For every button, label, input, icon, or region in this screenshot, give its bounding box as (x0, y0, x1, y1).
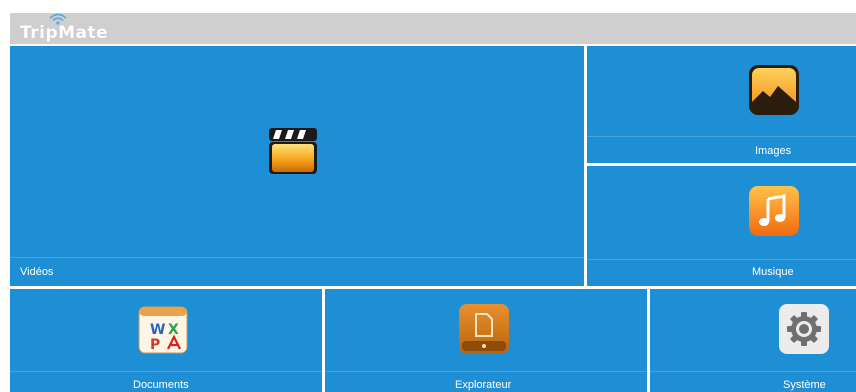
tile-music[interactable]: Musique (587, 166, 856, 286)
app-header: TripMate (10, 13, 856, 44)
svg-text:W: W (150, 322, 165, 338)
landscape-photo-icon (749, 65, 799, 115)
tile-explorer[interactable]: Explorateur (325, 289, 647, 392)
clapperboard-icon (269, 128, 317, 174)
tripmate-logo[interactable]: TripMate (20, 13, 130, 43)
file-explorer-icon (459, 304, 509, 354)
tile-system[interactable]: Système (650, 289, 856, 392)
app-name: TripMate (20, 23, 109, 43)
music-note-icon (749, 186, 799, 236)
tile-music-label: Musique (752, 266, 794, 278)
tile-explorer-label: Explorateur (455, 379, 512, 391)
tile-documents-label: Documents (133, 379, 189, 391)
tile-images-label: Images (755, 145, 792, 157)
gear-icon (779, 304, 829, 354)
tile-documents[interactable]: W X P Documents (10, 289, 322, 392)
tile-videos[interactable]: Vidéos (10, 46, 584, 286)
tile-system-label: Système (783, 379, 826, 391)
tile-videos-label: Vidéos (20, 266, 54, 278)
tile-images[interactable]: Images (587, 46, 856, 163)
svg-text:P: P (150, 337, 160, 353)
office-documents-icon: W X P (138, 306, 188, 354)
